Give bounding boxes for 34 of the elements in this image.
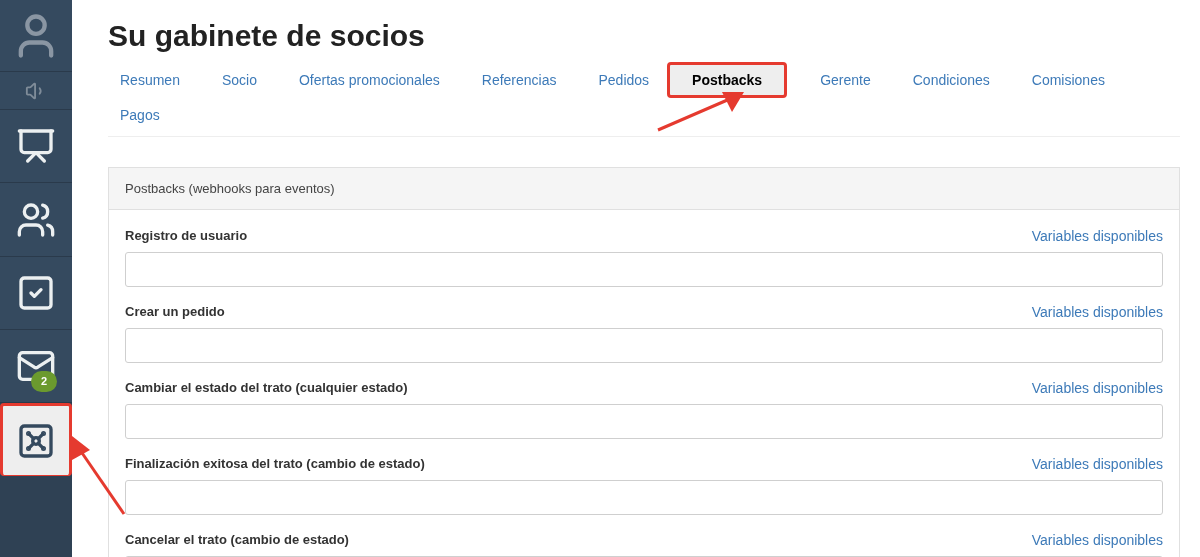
notification-badge: 2: [31, 371, 58, 392]
field-label: Registro de usuario: [125, 227, 248, 246]
tab[interactable]: Gerente: [811, 65, 880, 95]
field-label: Cambiar el estado del trato (cualquier estado): [125, 379, 408, 398]
tab[interactable]: Ofertas promocionales: [289, 65, 449, 95]
sidebar-item[interactable]: [0, 257, 72, 330]
tab[interactable]: Condiciones: [903, 65, 999, 95]
input-field[interactable]: [125, 404, 1163, 439]
sidebar-item[interactable]: [0, 183, 72, 257]
variables-link[interactable]: Variables disponibles: [1031, 529, 1163, 551]
chart-board-icon: [16, 126, 56, 166]
sidebar-item[interactable]: [0, 110, 72, 183]
page-title: Su gabinete de socios: [108, 18, 426, 54]
sidebar-item[interactable]: [0, 403, 72, 476]
field-label: Crear un pedido: [125, 303, 225, 322]
checkbox-icon: [16, 273, 56, 313]
tab[interactable]: Socio: [212, 65, 266, 95]
variables-link[interactable]: Variables disponibles: [1031, 453, 1163, 475]
panel-title: Postbacks (webhooks para eventos): [125, 179, 335, 198]
field-label: Finalización exitosa del trato (cambio de estado): [125, 455, 425, 474]
field-label: Cancelar el trato (cambio de estado): [125, 531, 349, 550]
tab[interactable]: Referencias: [472, 65, 566, 95]
variables-link[interactable]: Variables disponibles: [1031, 377, 1163, 399]
variables-link[interactable]: Variables disponibles: [1031, 225, 1163, 247]
tab[interactable]: Comisiones: [1022, 65, 1114, 95]
input-field[interactable]: [125, 252, 1163, 287]
tab[interactable]: Pedidos: [589, 65, 659, 95]
tab[interactable]: Resumen: [111, 65, 189, 95]
input-field[interactable]: [125, 328, 1163, 363]
sidebar-item[interactable]: 2: [0, 330, 72, 403]
tab[interactable]: Postbacks: [667, 62, 788, 98]
input-field[interactable]: [125, 480, 1163, 515]
variables-link[interactable]: Variables disponibles: [1031, 301, 1163, 323]
tab[interactable]: Pagos: [111, 100, 169, 130]
